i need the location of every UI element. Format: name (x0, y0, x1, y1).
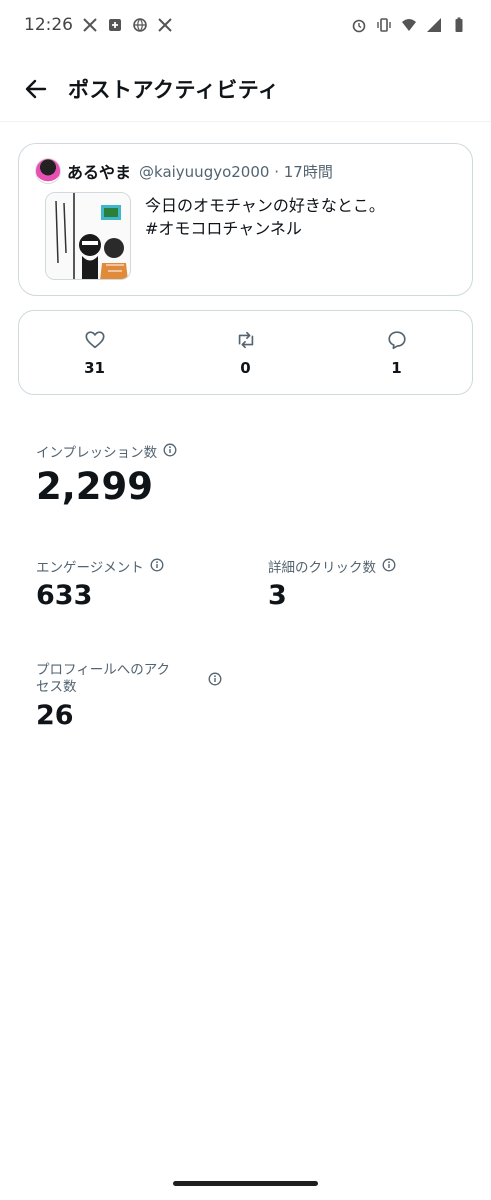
info-icon[interactable] (382, 558, 396, 572)
status-time: 12:26 (24, 15, 73, 35)
info-icon[interactable] (150, 558, 164, 572)
engagements-metric: エンゲージメント 633 (36, 556, 164, 611)
impressions-label: インプレッション数 (36, 445, 158, 461)
impressions-value: 2,299 (36, 465, 154, 508)
post-text-line: 今日のオモチャンの好きなとこ。 (145, 196, 385, 215)
back-button[interactable] (20, 73, 52, 105)
wifi-icon (401, 17, 417, 33)
detail-clicks-value: 3 (268, 580, 287, 611)
gesture-nav-handle[interactable] (173, 1181, 318, 1186)
replies-stat[interactable]: 1 (321, 311, 472, 394)
replies-count: 1 (391, 359, 402, 377)
author-handle-time: @kaiyuugyo2000 · 17時間 (139, 162, 333, 181)
avatar[interactable] (35, 158, 61, 184)
plus-box-icon (107, 17, 123, 33)
heart-icon (84, 331, 105, 349)
detail-clicks-label: 詳細のクリック数 (268, 560, 376, 576)
arrow-left-icon (25, 79, 47, 98)
app-header: ポストアクティビティ (0, 56, 491, 122)
repost-icon (238, 331, 253, 349)
signal-icon (426, 17, 442, 33)
post-card[interactable]: あるやま @kaiyuugyo2000 · 17時間 今日のオモチャンの好きなと… (18, 143, 473, 296)
profile-visits-metric: プロフィールへのアク セス数 26 (36, 662, 222, 731)
likes-count: 31 (84, 359, 105, 377)
battery-icon (451, 17, 467, 33)
reply-bubble-icon (387, 331, 406, 350)
profile-visits-label-line1: プロフィールへのアク (36, 662, 171, 678)
info-icon[interactable] (163, 443, 177, 457)
engagements-label: エンゲージメント (36, 560, 144, 576)
status-bar: 12:26 (0, 0, 491, 50)
info-icon[interactable] (208, 672, 222, 686)
x-logo-icon (157, 17, 173, 33)
reposts-stat[interactable]: 0 (170, 311, 321, 394)
page-title: ポストアクティビティ (68, 77, 280, 102)
globe-icon (132, 17, 148, 33)
profile-visits-label-line2: セス数 (36, 679, 77, 695)
post-hashtag[interactable]: #オモコロチャンネル (145, 217, 385, 240)
likes-stat[interactable]: 31 (19, 311, 170, 394)
alarm-icon (351, 17, 367, 33)
engagements-value: 633 (36, 580, 93, 611)
detail-clicks-metric: 詳細のクリック数 3 (268, 556, 396, 611)
author-name: あるやま (67, 163, 132, 182)
profile-visits-value: 26 (36, 700, 74, 731)
post-text: 今日のオモチャンの好きなとこ。 #オモコロチャンネル (145, 194, 385, 280)
reposts-count: 0 (240, 359, 251, 377)
engagement-card: 31 0 1 (18, 310, 473, 395)
post-image-thumbnail[interactable] (45, 192, 131, 280)
impressions-metric: インプレッション数 2,299 (36, 441, 177, 508)
vibrate-icon (376, 17, 392, 33)
x-logo-icon (82, 17, 98, 33)
